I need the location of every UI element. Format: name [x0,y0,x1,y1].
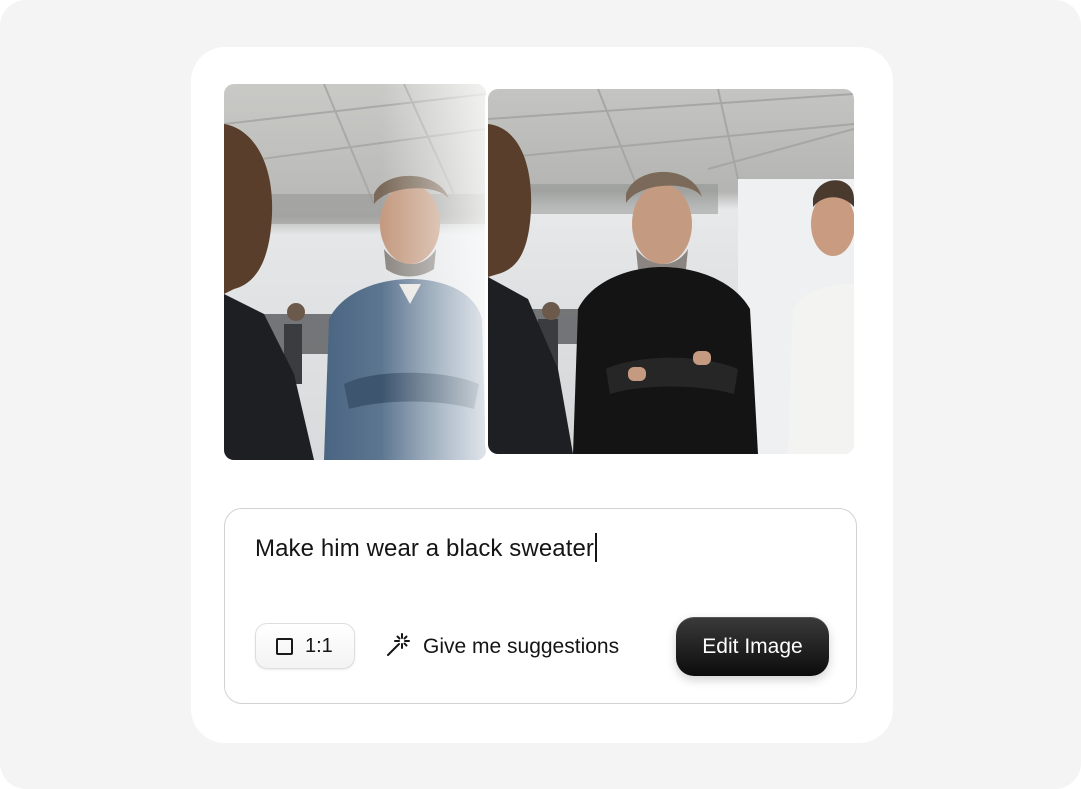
edited-photo [488,89,854,454]
prompt-input[interactable]: Make him wear a black sweater [255,533,598,563]
original-photo [224,84,486,460]
suggestions-button[interactable]: Give me suggestions [385,632,619,662]
prompt-input-panel[interactable]: Make him wear a black sweater 1:1 Give m… [224,508,857,704]
text-cursor [595,533,598,562]
prompt-text: Make him wear a black sweater [255,535,595,562]
square-icon [276,637,293,655]
suggestions-label: Give me suggestions [423,635,620,658]
aspect-ratio-button[interactable]: 1:1 [255,623,355,669]
aspect-ratio-label: 1:1 [305,634,333,657]
edit-image-button[interactable]: Edit Image [676,617,829,676]
magic-wand-icon [385,632,411,663]
